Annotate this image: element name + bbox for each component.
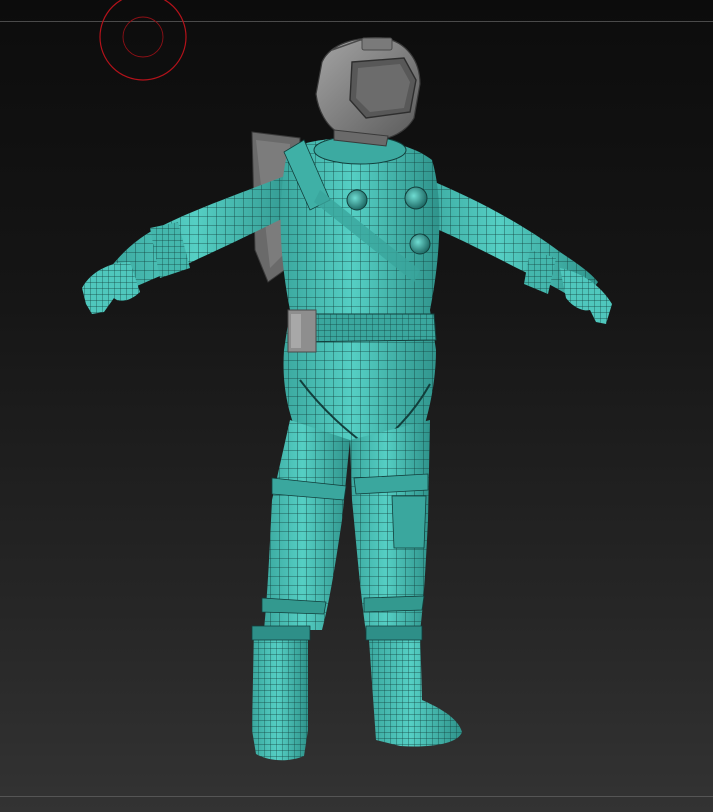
left-boot xyxy=(251,625,311,761)
left-leg xyxy=(261,420,350,630)
right-boot xyxy=(365,625,462,747)
helmet xyxy=(315,37,421,147)
right-leg xyxy=(350,420,430,632)
belt-pouch xyxy=(287,309,317,353)
spacesuit-model[interactable] xyxy=(0,0,713,812)
right-arm xyxy=(420,176,612,324)
torso xyxy=(280,135,440,452)
3d-viewport[interactable] xyxy=(0,0,713,812)
